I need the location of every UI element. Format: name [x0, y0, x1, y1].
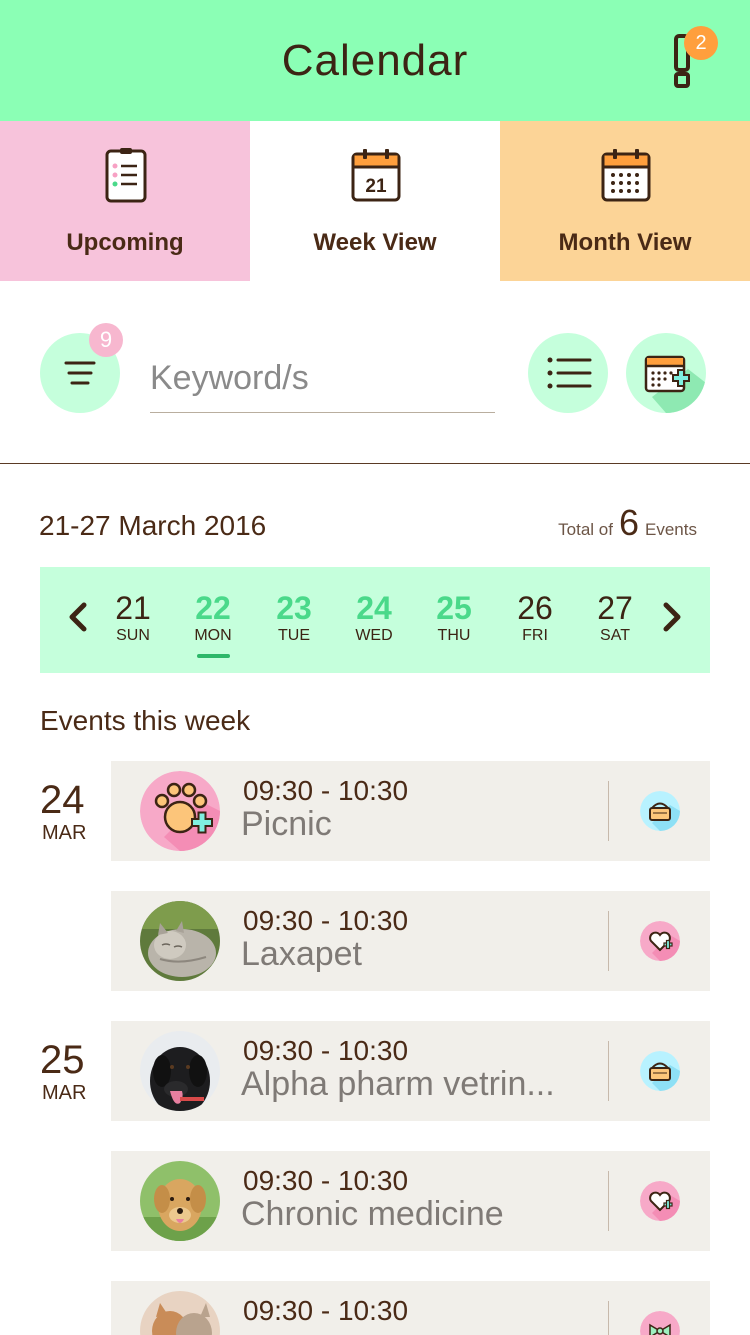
cat-photo	[140, 901, 220, 981]
chevron-right-icon[interactable]	[656, 597, 686, 637]
event-title: Laxapet	[241, 935, 362, 973]
heart-plus-icon	[640, 1181, 680, 1221]
svg-text:21: 21	[365, 176, 387, 197]
day-thu[interactable]: 25 THU	[419, 589, 489, 645]
bow-icon	[640, 1311, 680, 1335]
chevron-left-icon[interactable]	[64, 597, 94, 637]
day-wed[interactable]: 24 WED	[339, 589, 409, 645]
event-time: 09:30 - 10:30	[243, 775, 409, 806]
event-title: Chronic medicine	[241, 1195, 504, 1233]
tab-month-view-label: Month View	[558, 229, 692, 256]
event-title: Picnic	[241, 805, 332, 843]
day-sun[interactable]: 21 SUN	[98, 589, 168, 645]
total-prefix: Total of	[558, 520, 613, 539]
tab-upcoming-label: Upcoming	[66, 229, 184, 256]
date-range: 21-27 March 2016	[39, 510, 267, 541]
tab-month-view[interactable]: Month View	[500, 121, 750, 281]
list-view-button[interactable]	[528, 333, 608, 413]
divider	[608, 781, 609, 841]
date-label: 24 MAR	[40, 778, 87, 844]
event-time: 09:30 - 10:30	[243, 905, 409, 936]
calendar-day-icon: 21	[351, 149, 401, 202]
event-card[interactable]: 09:30 - 10:30 Laxapet	[111, 891, 710, 991]
basket-icon	[640, 791, 680, 831]
date-label: 25 MAR	[40, 1038, 87, 1104]
event-card[interactable]: 09:30 - 10:30 Chronic medicine	[111, 1151, 710, 1251]
black-dog-photo	[140, 1031, 220, 1111]
event-time: 09:30 - 10:30	[243, 1295, 409, 1326]
tab-week-view-label: Week View	[313, 229, 437, 256]
events-section-title: Events this week	[40, 705, 251, 736]
calendar-grid-icon	[601, 149, 651, 202]
event-time: 09:30 - 10:30	[243, 1035, 409, 1066]
golden-dog-photo	[140, 1161, 220, 1241]
filter-count-badge: 9	[89, 323, 123, 357]
page-title: Calendar	[281, 36, 469, 85]
tab-upcoming[interactable]: Upcoming	[0, 121, 250, 281]
divider	[608, 1301, 609, 1335]
basket-icon	[640, 1051, 680, 1091]
search-toolbar	[0, 281, 750, 464]
event-title: Alpha pharm vetrin...	[241, 1065, 555, 1103]
heart-plus-icon	[640, 921, 680, 961]
day-sat[interactable]: 27 SAT	[580, 589, 650, 645]
day-mon[interactable]: 22 MON	[178, 589, 248, 645]
events-total: Total of 6 Events	[558, 502, 697, 544]
app-header: Calendar 2	[0, 0, 750, 121]
view-tabs: Upcoming 21 Week View Month View	[0, 121, 750, 281]
list-icon	[547, 357, 592, 389]
event-card[interactable]: 09:30 - 10:30 Alpha pharm vetrin...	[111, 1021, 710, 1121]
kitten-photo	[140, 1291, 220, 1335]
divider	[608, 1041, 609, 1101]
total-count: 6	[618, 502, 640, 543]
alert-button[interactable]: 2	[672, 26, 718, 90]
calendar-add-icon	[644, 355, 706, 413]
event-time: 09:30 - 10:30	[243, 1165, 409, 1196]
selected-day-indicator	[197, 654, 230, 658]
event-card[interactable]: 09:30 - 10:30 Picnic	[111, 761, 710, 861]
search-input[interactable]	[150, 345, 495, 413]
list-doc-icon	[105, 148, 147, 203]
tab-week-view[interactable]: 21 Week View	[250, 121, 500, 281]
week-strip: 21 SUN 22 MON 23 TUE 24 WED 25 THU 26 FRI 27 SA…	[40, 567, 710, 673]
paw-plus-icon	[140, 771, 220, 851]
divider	[608, 1171, 609, 1231]
add-event-button[interactable]	[626, 333, 706, 413]
day-tue[interactable]: 23 TUE	[259, 589, 329, 645]
day-fri[interactable]: 26 FRI	[500, 589, 570, 645]
divider	[608, 911, 609, 971]
alert-badge: 2	[684, 26, 718, 60]
total-suffix: Events	[645, 520, 697, 539]
event-card[interactable]: 09:30 - 10:30	[111, 1281, 710, 1335]
